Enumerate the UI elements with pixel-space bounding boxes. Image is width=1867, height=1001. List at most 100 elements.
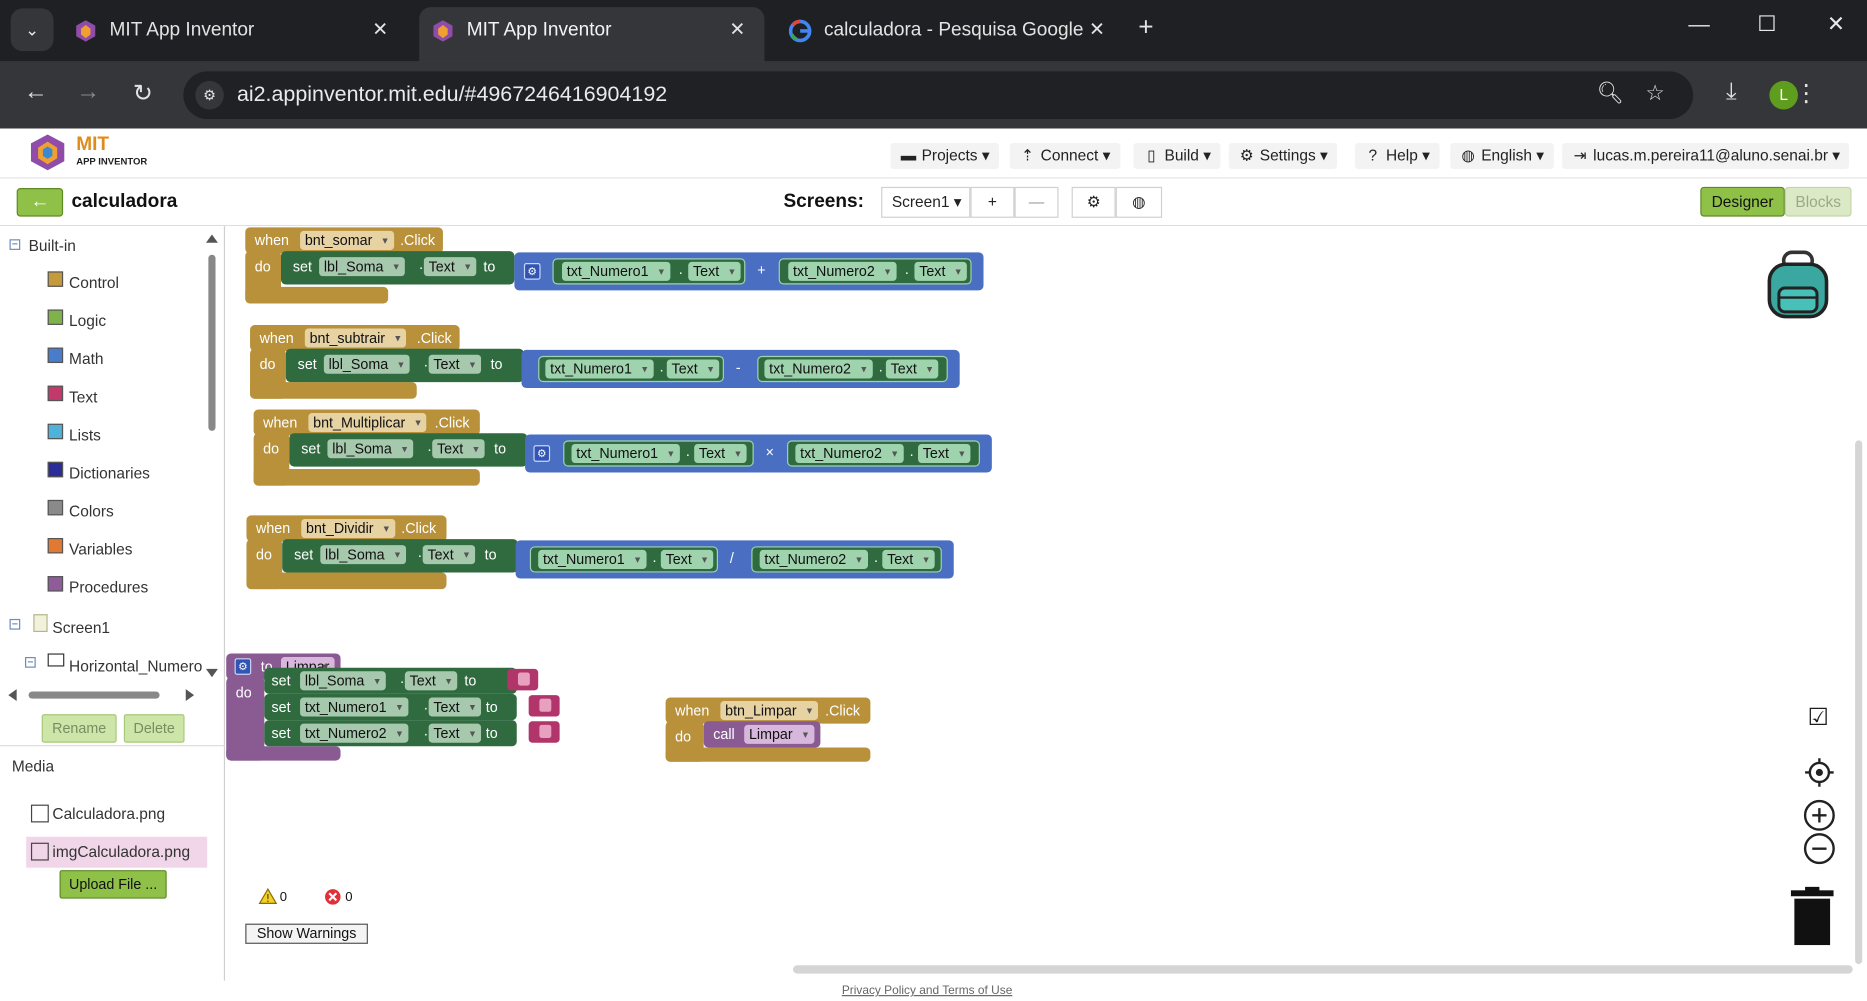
collapse-builtin-icon[interactable]: − [9,239,21,250]
category-logic[interactable]: Logic [69,312,106,330]
close-window-icon[interactable]: ✕ [1818,12,1854,37]
error-icon [325,889,341,905]
tab-close-icon[interactable]: ✕ [1089,7,1105,55]
folder-icon: ▬ [900,146,917,165]
download-icon[interactable]: ⤓ [1715,79,1748,106]
collapse-screen-icon[interactable]: − [9,618,21,630]
bookmark-star-icon[interactable]: ☆ [1646,81,1665,106]
category-math-icon [47,347,64,364]
user-menu[interactable]: ⇥ lucas.m.pereira11@aluno.senai.br ▾ [1562,142,1850,170]
footer: Privacy Policy and Terms of Use [0,980,1867,1001]
builtin-label[interactable]: Built-in [29,237,76,255]
media-file-imgcalculadora[interactable]: imgCalculadora.png [26,836,208,868]
back-to-projects-button[interactable]: ← [16,188,64,217]
blocks-workspace[interactable]: when bnt_somar .Click do set lbl_Soma . … [226,226,1867,981]
tree-horizontal-numero[interactable]: Horizontal_Numero [69,657,202,675]
empty-string-block[interactable] [507,668,539,691]
projects-menu[interactable]: ▬ Projects ▾ [890,142,1000,170]
address-bar[interactable]: ⚙ ai2.appinventor.mit.edu/#4967246416904… [183,71,1694,120]
back-icon[interactable]: ← [19,79,52,106]
phone-icon: ▯ [1147,146,1156,165]
gear-icon: ⚙ [1239,146,1254,165]
divider [0,745,226,747]
backpack-icon[interactable] [1762,250,1833,321]
site-info-icon[interactable]: ⚙ [195,80,224,110]
svg-text:!: ! [266,892,270,904]
tab-app-inventor-1[interactable]: MIT App Inventor ✕ [62,7,407,62]
category-dictionaries-icon [47,461,64,478]
warning-count: 0 [279,890,288,905]
new-tab-icon[interactable]: + [1138,12,1153,43]
project-properties-icon[interactable]: ⚙ [1071,186,1116,218]
category-procedures[interactable]: Procedures [69,578,148,596]
minimize-icon[interactable]: — [1681,12,1717,37]
google-icon [788,19,812,43]
category-control[interactable]: Control [69,274,119,292]
language-menu[interactable]: ◍ English ▾ [1450,142,1554,170]
add-screen-button[interactable]: + [970,186,1015,218]
app-inventor-favicon [433,20,453,42]
image-file-icon [30,842,49,861]
empty-string-block[interactable] [528,721,560,743]
remove-screen-button[interactable]: — [1014,186,1059,218]
empty-string-block[interactable] [528,695,560,717]
recenter-icon[interactable] [1804,757,1835,788]
blocks-palette-panel: − Built-in Control Logic Math Text Lists Dict… [0,226,226,981]
zoom-icon[interactable]: 🔍︎ [1597,81,1624,106]
trash-icon[interactable] [1790,886,1834,947]
workspace-check-icon[interactable]: ☑ [1805,705,1831,731]
address-url[interactable]: ai2.appinventor.mit.edu/#496724641690419… [237,82,667,107]
blocks-button[interactable]: Blocks [1784,186,1852,217]
tab-title: calculadora - Pesquisa Google [823,20,1084,41]
media-file-calculadora[interactable]: Calculadora.png [26,799,207,830]
browser-menu-icon[interactable]: ⋮ [1790,79,1823,109]
palette-horizontal-scrollbar[interactable] [5,688,200,702]
tab-close-icon[interactable]: ✕ [729,7,745,55]
category-text-icon [47,385,64,402]
privacy-policy-link[interactable]: Privacy Policy and Terms of Use [842,984,1013,997]
project-name: calculadora [71,191,178,212]
workspace-vertical-scrollbar[interactable] [1855,440,1863,965]
tab-app-inventor-2[interactable]: MIT App Inventor ✕ [419,7,765,62]
settings-menu[interactable]: ⚙ Settings ▾ [1228,142,1338,170]
screen-icon [33,614,48,633]
category-procedures-icon [47,576,64,592]
tab-close-icon[interactable]: ✕ [372,7,388,55]
category-lists[interactable]: Lists [69,426,101,444]
upload-file-button[interactable]: Upload File ... [59,870,167,899]
media-title: Media [11,756,55,775]
show-warnings-button[interactable]: Show Warnings [245,923,368,944]
tab-google-search[interactable]: calculadora - Pesquisa Google ✕ [776,7,1124,62]
connect-menu[interactable]: ⇡ Connect ▾ [1009,142,1120,170]
collapse-component-icon[interactable]: − [25,656,36,668]
button-dropdown[interactable]: bnt_somar [300,230,394,250]
category-variables-icon [47,537,64,554]
screen-select[interactable]: Screen1 ▾ [881,186,971,218]
zoom-out-icon[interactable] [1803,832,1836,865]
category-colors-icon [47,499,64,516]
globe-icon[interactable]: ◍ [1115,186,1163,218]
error-count: 0 [345,890,353,905]
globe-icon: ◍ [1461,146,1475,165]
tab-search-button[interactable]: ⌄ [10,8,54,52]
category-text[interactable]: Text [69,388,97,406]
category-math[interactable]: Math [69,350,103,368]
help-menu[interactable]: ? Help ▾ [1355,142,1440,170]
delete-button[interactable]: Delete [123,714,185,743]
category-dictionaries[interactable]: Dictionaries [69,464,150,482]
zoom-in-icon[interactable] [1803,799,1836,832]
workspace-horizontal-scrollbar[interactable] [792,965,1853,974]
category-colors[interactable]: Colors [69,502,114,520]
build-menu[interactable]: ▯ Build ▾ [1133,142,1221,170]
forward-icon[interactable]: → [71,79,104,106]
category-variables[interactable]: Variables [69,540,132,558]
tree-screen1[interactable]: Screen1 [52,619,110,637]
mit-app-inventor-logo[interactable] [29,133,67,171]
warning-icon: ! [258,887,278,905]
rename-button[interactable]: Rename [41,714,117,743]
maximize-icon[interactable]: ☐ [1749,12,1785,37]
logo-text: MIT [76,134,110,155]
designer-button[interactable]: Designer [1700,186,1785,217]
reload-icon[interactable]: ↻ [126,79,159,109]
palette-vertical-scrollbar[interactable] [205,231,219,683]
